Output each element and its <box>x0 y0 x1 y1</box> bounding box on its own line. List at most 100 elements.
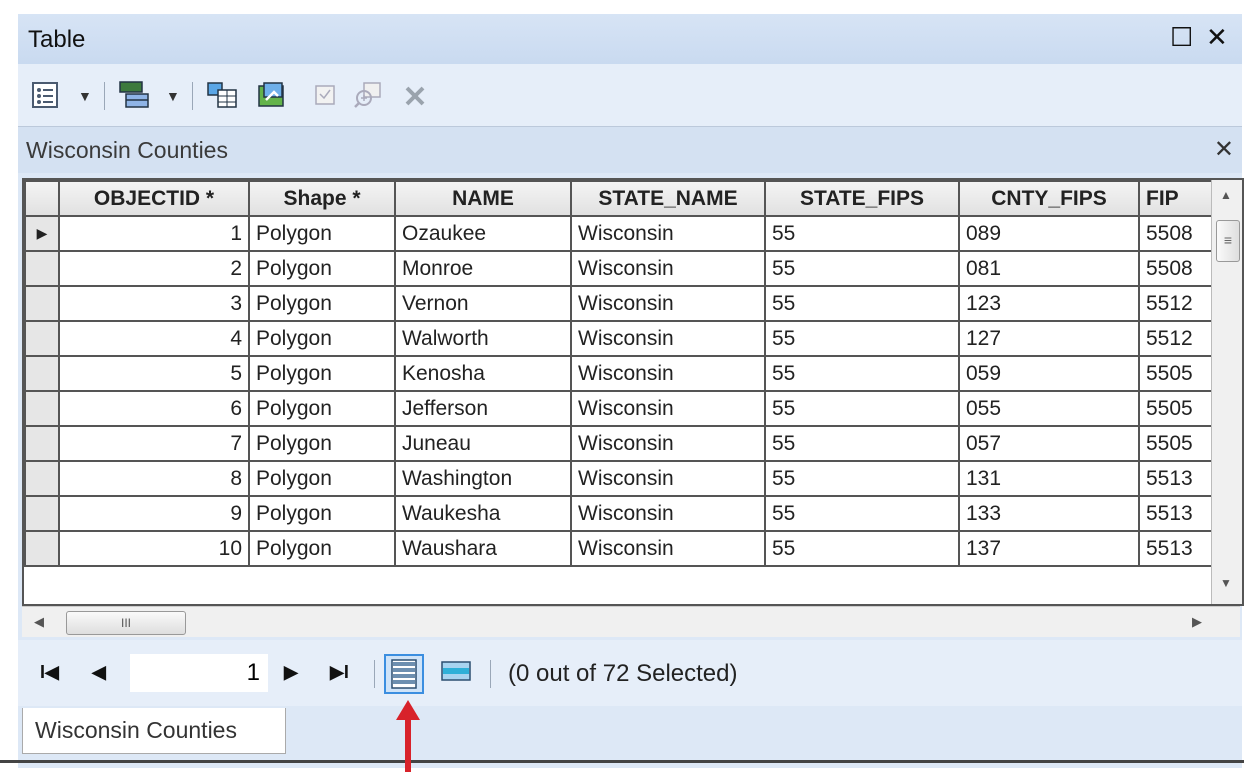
row-selector[interactable] <box>24 495 60 532</box>
table-row[interactable]: 10 Polygon Waushara Wisconsin 55 137 5513 <box>24 530 1220 567</box>
table-cell[interactable]: 5505 <box>1138 425 1220 462</box>
table-cell[interactable]: 123 <box>958 285 1140 322</box>
table-cell[interactable]: 5505 <box>1138 390 1220 427</box>
last-record-button[interactable]: ▶I <box>330 662 349 683</box>
table-cell[interactable]: 7 <box>58 425 250 462</box>
table-cell[interactable]: 5 <box>58 355 250 392</box>
column-header[interactable]: CNTY_FIPS <box>958 180 1140 217</box>
table-tab[interactable]: Wisconsin Counties <box>22 708 286 754</box>
table-cell[interactable]: 081 <box>958 250 1140 287</box>
table-cell[interactable]: 055 <box>958 390 1140 427</box>
panel-close-button[interactable]: ✕ <box>1214 135 1234 164</box>
table-cell[interactable]: 55 <box>764 495 960 532</box>
table-cell[interactable]: Polygon <box>248 250 396 287</box>
table-cell[interactable]: 059 <box>958 355 1140 392</box>
row-selector[interactable] <box>24 460 60 497</box>
row-selector[interactable] <box>24 285 60 322</box>
table-cell[interactable]: 6 <box>58 390 250 427</box>
table-row[interactable]: 9 Polygon Waukesha Wisconsin 55 133 5513 <box>24 495 1220 532</box>
table-cell[interactable]: Wisconsin <box>570 425 766 462</box>
table-cell[interactable]: 4 <box>58 320 250 357</box>
table-cell[interactable]: Juneau <box>394 425 572 462</box>
dropdown-arrow-icon[interactable]: ▼ <box>166 88 180 104</box>
show-all-records-icon[interactable] <box>384 654 424 694</box>
table-cell[interactable]: Polygon <box>248 460 396 497</box>
related-tables-icon[interactable] <box>118 80 150 110</box>
table-cell[interactable]: 2 <box>58 250 250 287</box>
zoom-to-selected-icon[interactable] <box>352 80 384 110</box>
table-cell[interactable]: Polygon <box>248 495 396 532</box>
table-cell[interactable]: 55 <box>764 215 960 252</box>
table-cell[interactable]: Polygon <box>248 390 396 427</box>
table-cell[interactable]: 10 <box>58 530 250 567</box>
table-cell[interactable]: Walworth <box>394 320 572 357</box>
scroll-left-icon[interactable]: ◀ <box>34 614 44 630</box>
table-cell[interactable]: 55 <box>764 320 960 357</box>
table-cell[interactable]: Wisconsin <box>570 320 766 357</box>
table-cell[interactable]: 5513 <box>1138 530 1220 567</box>
column-header[interactable]: STATE_NAME <box>570 180 766 217</box>
row-selector[interactable] <box>24 530 60 567</box>
table-cell[interactable]: Polygon <box>248 285 396 322</box>
table-cell[interactable]: Waushara <box>394 530 572 567</box>
table-cell[interactable]: 55 <box>764 530 960 567</box>
show-selected-records-icon[interactable] <box>436 654 476 694</box>
switch-selection-icon[interactable] <box>256 80 288 110</box>
table-cell[interactable]: 137 <box>958 530 1140 567</box>
table-cell[interactable]: 9 <box>58 495 250 532</box>
table-cell[interactable]: Wisconsin <box>570 495 766 532</box>
table-cell[interactable]: Monroe <box>394 250 572 287</box>
table-cell[interactable]: Polygon <box>248 215 396 252</box>
row-selector[interactable] <box>24 390 60 427</box>
table-cell[interactable]: 5508 <box>1138 250 1220 287</box>
column-header[interactable]: Shape * <box>248 180 396 217</box>
table-cell[interactable]: 5513 <box>1138 495 1220 532</box>
table-cell[interactable]: Polygon <box>248 320 396 357</box>
table-cell[interactable]: 127 <box>958 320 1140 357</box>
close-button[interactable]: ✕ <box>1206 22 1228 53</box>
column-header[interactable]: FIP <box>1138 180 1220 217</box>
restore-button[interactable]: ☐ <box>1170 22 1193 53</box>
table-cell[interactable]: 5512 <box>1138 320 1220 357</box>
table-cell[interactable]: Polygon <box>248 425 396 462</box>
delete-selected-icon[interactable] <box>400 80 432 110</box>
table-cell[interactable]: Polygon <box>248 355 396 392</box>
table-cell[interactable]: Wisconsin <box>570 285 766 322</box>
clear-selection-icon[interactable] <box>310 80 342 110</box>
table-cell[interactable]: 057 <box>958 425 1140 462</box>
row-selector[interactable] <box>24 425 60 462</box>
table-cell[interactable]: Wisconsin <box>570 355 766 392</box>
dropdown-arrow-icon[interactable]: ▼ <box>78 88 92 104</box>
table-cell[interactable]: 131 <box>958 460 1140 497</box>
horizontal-scroll-thumb[interactable]: III <box>66 611 186 635</box>
table-cell[interactable]: Polygon <box>248 530 396 567</box>
vertical-scrollbar[interactable]: ▲ ≡ ▼ <box>1211 180 1242 604</box>
column-header[interactable]: OBJECTID * <box>58 180 250 217</box>
row-selector[interactable]: ▶ <box>24 215 60 252</box>
table-row[interactable]: 3 Polygon Vernon Wisconsin 55 123 5512 <box>24 285 1220 322</box>
row-selector[interactable] <box>24 355 60 392</box>
table-cell[interactable]: Washington <box>394 460 572 497</box>
select-by-attributes-icon[interactable] <box>206 80 238 110</box>
table-cell[interactable]: Wisconsin <box>570 530 766 567</box>
next-record-button[interactable]: ▶ <box>284 662 298 683</box>
row-selector[interactable] <box>24 320 60 357</box>
table-row[interactable]: 7 Polygon Juneau Wisconsin 55 057 5505 <box>24 425 1220 462</box>
table-row[interactable]: 6 Polygon Jefferson Wisconsin 55 055 5505 <box>24 390 1220 427</box>
table-cell[interactable]: 5513 <box>1138 460 1220 497</box>
table-cell[interactable]: 55 <box>764 390 960 427</box>
table-cell[interactable]: Ozaukee <box>394 215 572 252</box>
table-cell[interactable]: 55 <box>764 285 960 322</box>
table-cell[interactable]: 55 <box>764 460 960 497</box>
table-cell[interactable]: 133 <box>958 495 1140 532</box>
previous-record-button[interactable]: ◀ <box>92 662 106 683</box>
column-header[interactable]: STATE_FIPS <box>764 180 960 217</box>
table-row[interactable]: 2 Polygon Monroe Wisconsin 55 081 5508 <box>24 250 1220 287</box>
table-options-icon[interactable] <box>30 80 62 110</box>
table-cell[interactable]: 5508 <box>1138 215 1220 252</box>
table-cell[interactable]: 5512 <box>1138 285 1220 322</box>
table-cell[interactable]: 089 <box>958 215 1140 252</box>
scroll-right-icon[interactable]: ▶ <box>1192 614 1202 630</box>
table-row[interactable]: 4 Polygon Walworth Wisconsin 55 127 5512 <box>24 320 1220 357</box>
table-cell[interactable]: Wisconsin <box>570 460 766 497</box>
